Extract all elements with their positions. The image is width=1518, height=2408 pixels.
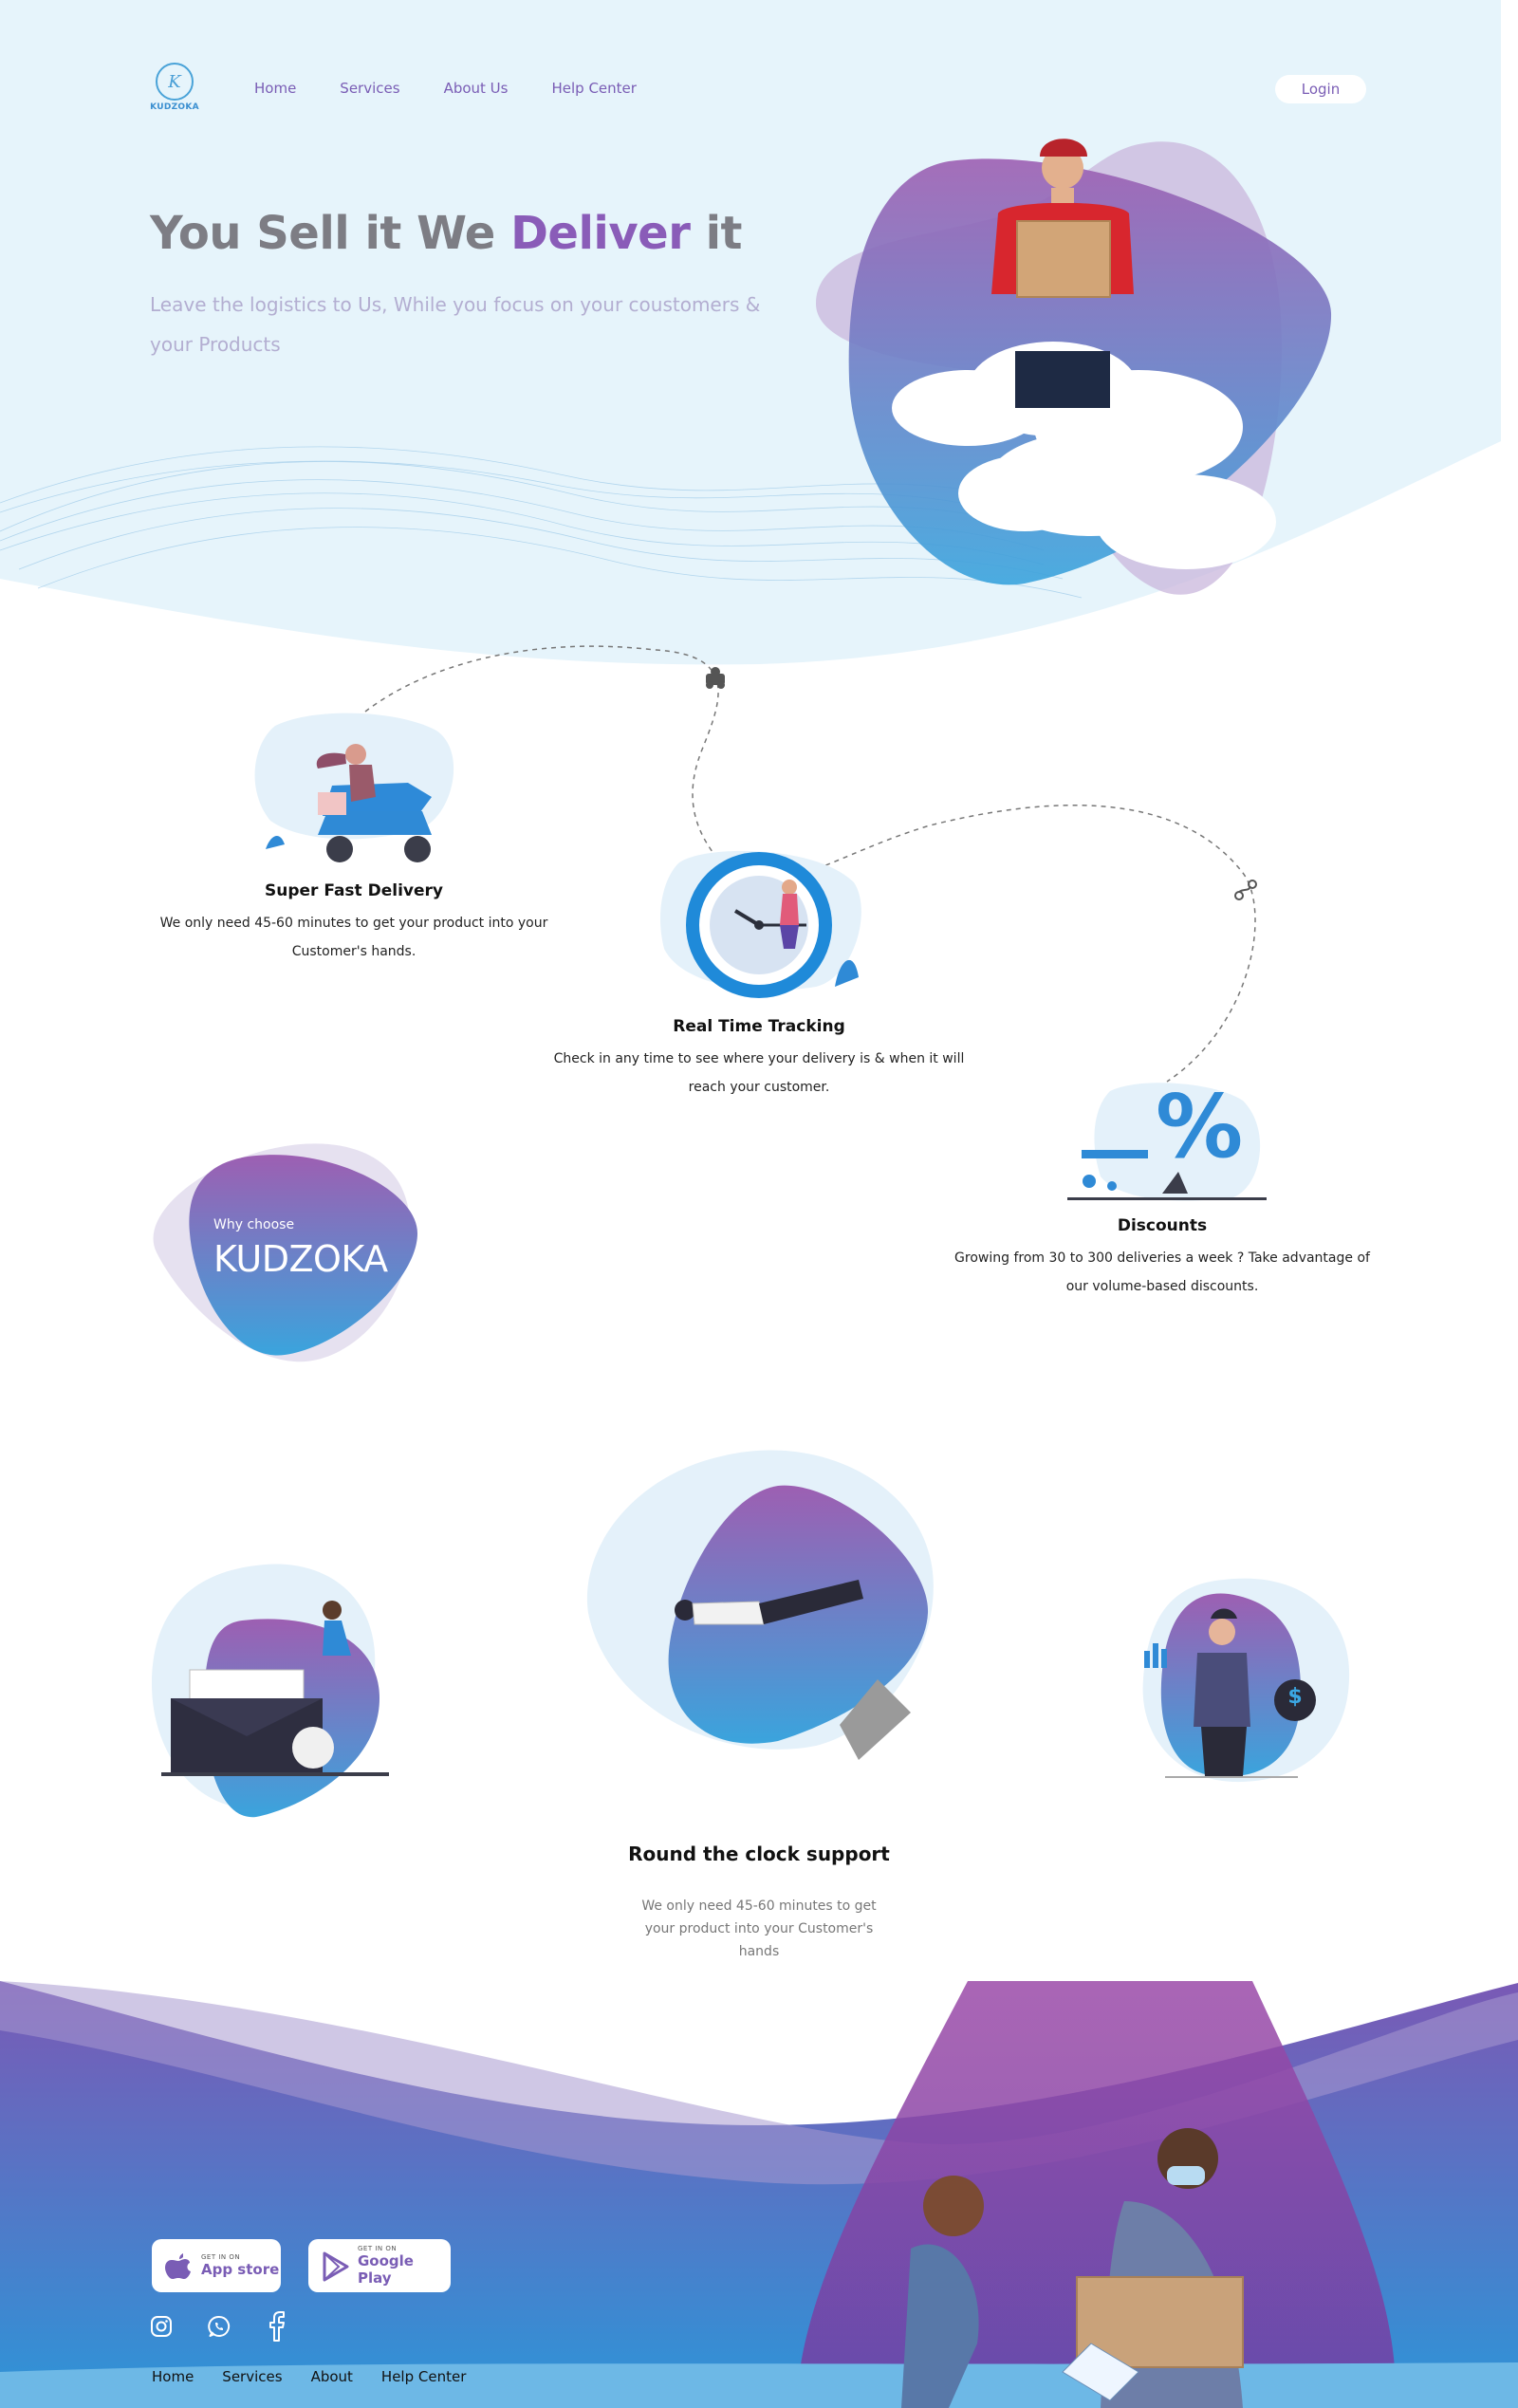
hero-subtitle: Leave the logistics to Us, While you foc… <box>150 293 761 356</box>
nav-help-center[interactable]: Help Center <box>551 80 636 97</box>
feature-delivery-title: Super Fast Delivery <box>265 881 443 900</box>
nav-about-us[interactable]: About Us <box>444 80 509 97</box>
hero-title-highlight: Deliver <box>510 207 691 260</box>
app-store-label: App store <box>201 2261 280 2278</box>
footer-nav-home[interactable]: Home <box>152 2368 194 2385</box>
dollar-coin-icon: $ <box>1287 1685 1303 1709</box>
feature-discounts-desc: Growing from 30 to 300 deliveries a week… <box>954 1250 1370 1294</box>
feature-delivery-desc: We only need 45-60 minutes to get your p… <box>159 916 548 959</box>
scooter-illustration <box>254 713 454 862</box>
play-store-label: Google Play <box>358 2252 414 2287</box>
instagram-icon[interactable] <box>150 2315 175 2340</box>
nav-home[interactable]: Home <box>254 80 296 97</box>
feature-tracking-desc: Check in any time to see where your deli… <box>553 1051 965 1095</box>
feature-discounts-title: Discounts <box>1117 1216 1208 1235</box>
login-button[interactable]: Login <box>1275 75 1366 103</box>
app-store-button[interactable]: GET IN ON App store <box>152 2239 281 2292</box>
whatsapp-icon[interactable] <box>208 2315 232 2340</box>
feature-tracking-title: Real Time Tracking <box>673 1017 845 1036</box>
logo-text: KUDZOKA <box>150 102 199 112</box>
finance-man-illustration <box>1142 1578 1350 1783</box>
logo-mark: K <box>156 63 194 101</box>
route-end-icon <box>1234 880 1257 900</box>
play-store-small: GET IN ON <box>358 2245 398 2252</box>
footer-nav: Home Services About Help Center <box>152 2368 494 2385</box>
footer-nav-services[interactable]: Services <box>222 2368 282 2385</box>
mail-illustration <box>152 1564 389 1818</box>
flying-man-illustration <box>586 1450 934 1760</box>
clock-illustration <box>659 850 861 998</box>
why-choose-label: Why choose <box>213 1217 295 1232</box>
brand-logo[interactable]: K KUDZOKA <box>150 63 199 114</box>
google-play-button[interactable]: GET IN ON Google Play <box>308 2239 451 2292</box>
percent-glyph: % <box>1156 1076 1244 1177</box>
support-desc: We only need 45-60 minutes to get your p… <box>641 1899 877 1959</box>
app-store-small: GET IN ON <box>201 2253 241 2261</box>
play-store-icon <box>322 2251 350 2282</box>
route-pin-icon <box>706 667 725 689</box>
apple-icon <box>165 2251 194 2280</box>
main-nav: Home Services About Us Help Center <box>254 80 680 97</box>
footer-nav-about[interactable]: About <box>311 2368 353 2385</box>
facebook-icon[interactable] <box>266 2308 290 2343</box>
hero-title: You Sell it We Deliver it <box>150 207 742 260</box>
support-title: Round the clock support <box>628 1843 890 1865</box>
nav-services[interactable]: Services <box>340 80 399 97</box>
footer-nav-help-center[interactable]: Help Center <box>381 2368 466 2385</box>
why-choose-brand: KUDZOKA <box>213 1238 388 1280</box>
